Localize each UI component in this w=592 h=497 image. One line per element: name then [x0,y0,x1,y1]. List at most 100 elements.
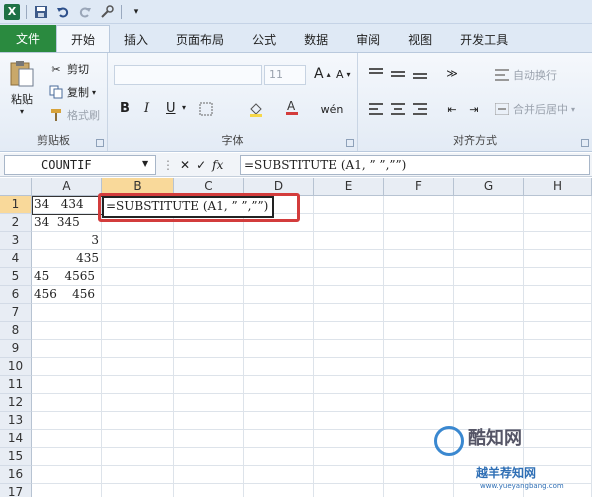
cell-c9[interactable] [174,340,244,358]
cell-h8[interactable] [524,322,592,340]
cell-d12[interactable] [244,394,314,412]
cell-a11[interactable] [32,376,102,394]
row-header[interactable]: 3 [0,232,32,250]
column-header-f[interactable]: F [384,178,454,196]
cell-c14[interactable] [174,430,244,448]
cell-d4[interactable] [244,250,314,268]
row-header[interactable]: 6 [0,286,32,304]
cell-g11[interactable] [454,376,524,394]
cell-h2[interactable] [524,214,592,232]
cell-h6[interactable] [524,286,592,304]
undo-icon[interactable] [55,4,71,20]
cell-a12[interactable] [32,394,102,412]
cell-c5[interactable] [174,268,244,286]
formula-input[interactable]: =SUBSTITUTE (A1, ” ”,””) [240,155,590,175]
cell-a13[interactable] [32,412,102,430]
cell-b6[interactable] [102,286,174,304]
cell-e3[interactable] [314,232,384,250]
cell-b16[interactable] [102,466,174,484]
cell-h7[interactable] [524,304,592,322]
cell-e1[interactable] [314,196,384,214]
cell-b5[interactable] [102,268,174,286]
row-header[interactable]: 4 [0,250,32,268]
cell-g4[interactable] [454,250,524,268]
cell-c4[interactable] [174,250,244,268]
cell-c16[interactable] [174,466,244,484]
row-header[interactable]: 8 [0,322,32,340]
column-header-h[interactable]: H [524,178,592,196]
cell-g6[interactable] [454,286,524,304]
tab-data[interactable]: 数据 [290,26,342,52]
row-header[interactable]: 13 [0,412,32,430]
cell-e17[interactable] [314,484,384,497]
cell-f2[interactable] [384,214,454,232]
cell-a16[interactable] [32,466,102,484]
cell-e15[interactable] [314,448,384,466]
cell-c17[interactable] [174,484,244,497]
cell-g12[interactable] [454,394,524,412]
cell-g7[interactable] [454,304,524,322]
cell-c12[interactable] [174,394,244,412]
cell-d16[interactable] [244,466,314,484]
tab-page-layout[interactable]: 页面布局 [162,26,238,52]
column-header-a[interactable]: A [32,178,102,196]
cell-f1[interactable] [384,196,454,214]
cell-a7[interactable] [32,304,102,322]
phonetic-button[interactable]: wén [321,101,344,117]
cell-b12[interactable] [102,394,174,412]
cell-g2[interactable] [454,214,524,232]
cell-c7[interactable] [174,304,244,322]
redo-icon[interactable] [77,4,93,20]
cell-f5[interactable] [384,268,454,286]
row-header[interactable]: 2 [0,214,32,232]
fill-color-button[interactable] [248,101,264,117]
cell-h5[interactable] [524,268,592,286]
cell-e10[interactable] [314,358,384,376]
cell-c3[interactable] [174,232,244,250]
orientation-button[interactable]: ≫ [444,65,460,81]
tools-icon[interactable] [99,4,115,20]
save-icon[interactable] [33,4,49,20]
cell-h4[interactable] [524,250,592,268]
grow-font-button[interactable]: A ▴ [314,66,331,82]
clipboard-dialog-launcher[interactable] [96,139,104,147]
cell-d17[interactable] [244,484,314,497]
underline-button[interactable]: U [166,101,176,116]
cell-b17[interactable] [102,484,174,497]
shrink-font-button[interactable]: A ▾ [336,68,351,81]
cell-b14[interactable] [102,430,174,448]
cell-f10[interactable] [384,358,454,376]
font-name-select[interactable] [114,65,262,85]
cell-g3[interactable] [454,232,524,250]
format-painter-button[interactable]: 格式刷 [48,107,100,123]
cell-d8[interactable] [244,322,314,340]
cell-e16[interactable] [314,466,384,484]
decrease-indent-button[interactable]: ⇤ [444,101,460,117]
cell-g1[interactable] [454,196,524,214]
cell-b4[interactable] [102,250,174,268]
cell-d10[interactable] [244,358,314,376]
row-header[interactable]: 16 [0,466,32,484]
cell-c11[interactable] [174,376,244,394]
underline-dropdown[interactable]: ▾ [182,103,186,112]
cell-a6[interactable]: 456 456 [32,286,102,304]
row-header[interactable]: 10 [0,358,32,376]
tab-file[interactable]: 文件 [0,25,57,52]
cell-h11[interactable] [524,376,592,394]
cell-d3[interactable] [244,232,314,250]
copy-button[interactable]: 复制 ▾ [48,84,96,100]
align-bottom-button[interactable] [412,65,428,81]
increase-indent-button[interactable]: ⇥ [466,101,482,117]
cell-c13[interactable] [174,412,244,430]
border-button[interactable] [198,101,214,117]
column-header-g[interactable]: G [454,178,524,196]
cell-b13[interactable] [102,412,174,430]
cell-d6[interactable] [244,286,314,304]
cell-c10[interactable] [174,358,244,376]
row-header[interactable]: 15 [0,448,32,466]
alignment-dialog-launcher[interactable] [581,139,589,147]
cell-b11[interactable] [102,376,174,394]
cell-c8[interactable] [174,322,244,340]
cell-e9[interactable] [314,340,384,358]
cell-f8[interactable] [384,322,454,340]
